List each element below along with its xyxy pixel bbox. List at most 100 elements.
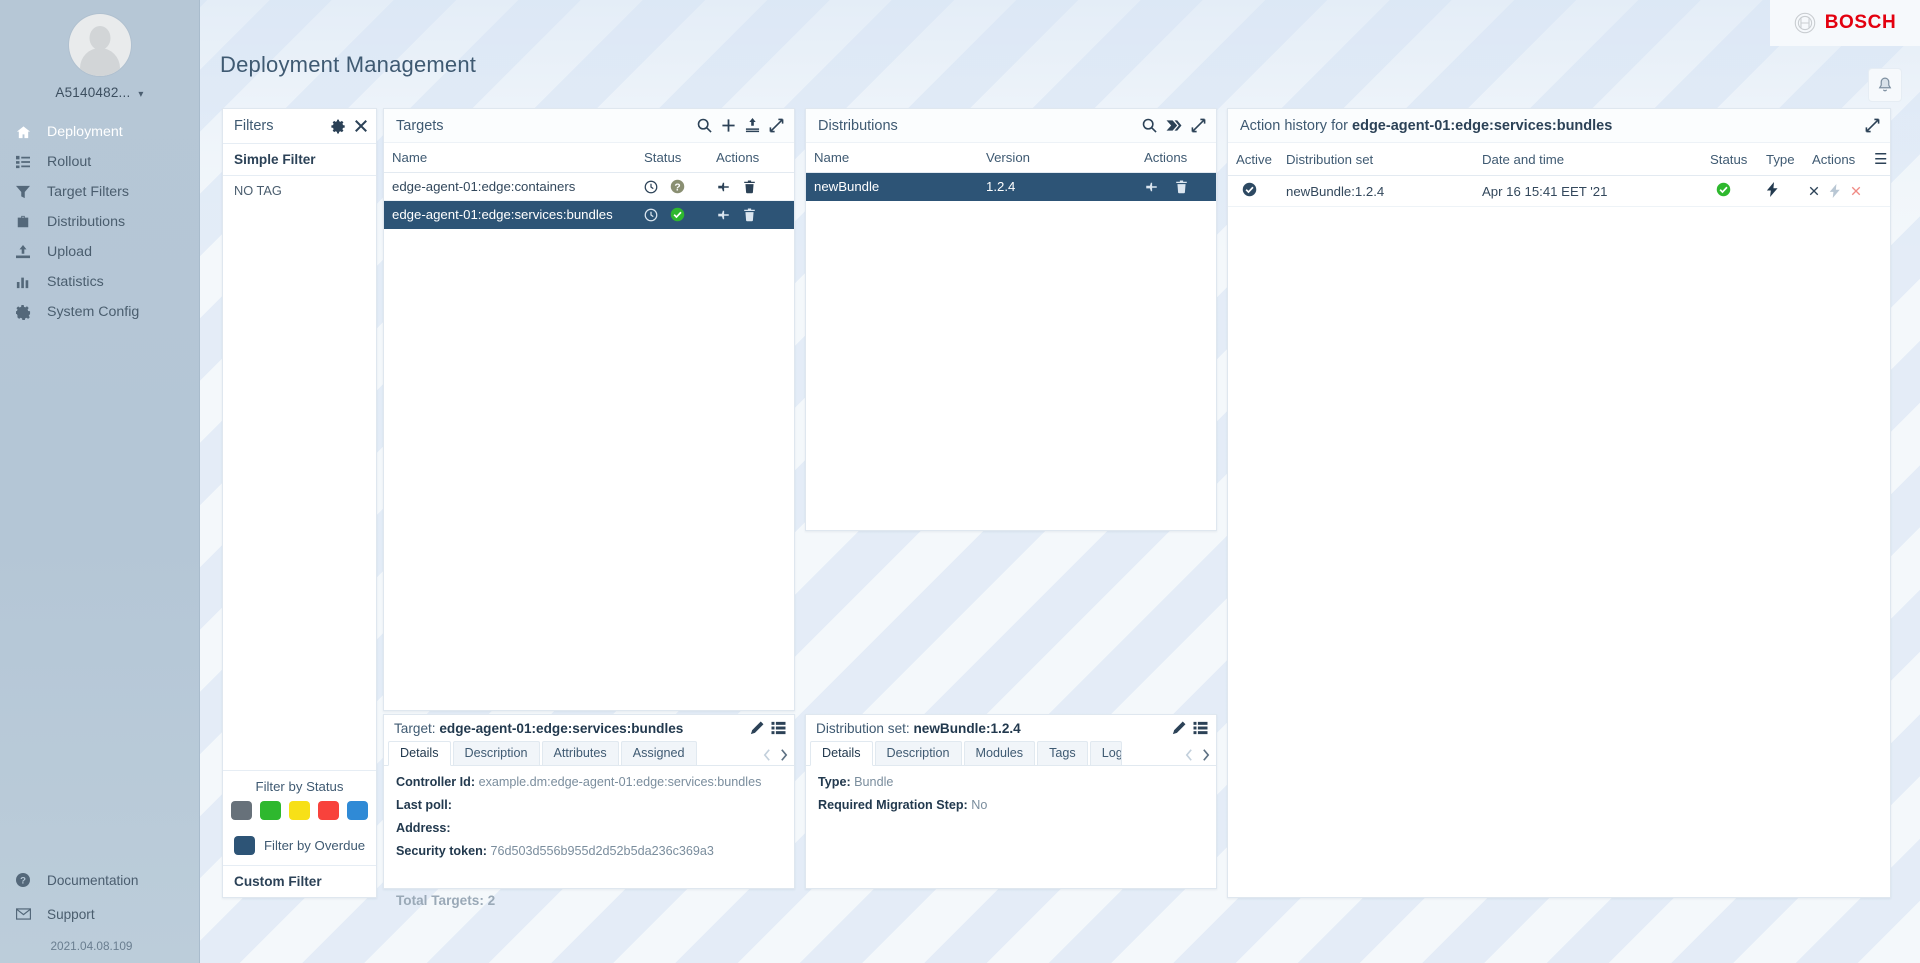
hamburger-menu-icon[interactable]: ☰: [1866, 143, 1890, 176]
distribution-detail-header: Distribution set: newBundle:1.2.4: [806, 715, 1216, 741]
tab-modules[interactable]: Modules: [963, 741, 1036, 765]
distribution-detail-panel: Distribution set: newBundle:1.2.4 Detail…: [805, 714, 1217, 889]
tab-logs[interactable]: Logs: [1089, 741, 1122, 765]
table-row[interactable]: edge-agent-01:edge:containers ?: [384, 172, 794, 201]
distributions-col-actions: Actions: [1136, 143, 1216, 173]
distribution-version: 1.2.4: [978, 172, 1136, 201]
status-swatch-in-sync[interactable]: [260, 801, 281, 820]
maximize-icon[interactable]: [769, 118, 784, 133]
sidebar-item-upload[interactable]: Upload: [0, 237, 199, 267]
targets-table-header: Name Status Actions: [384, 143, 794, 173]
chevron-right-icon[interactable]: [778, 748, 790, 762]
trash-icon[interactable]: [1175, 180, 1188, 194]
upload-icon[interactable]: [745, 118, 760, 133]
filter-by-overdue-row[interactable]: Filter by Overdue: [223, 826, 376, 865]
ah-col-date-and-time: Date and time: [1474, 143, 1702, 176]
list-icon[interactable]: [771, 721, 786, 735]
tab-attributes[interactable]: Attributes: [541, 741, 619, 765]
chevron-down-icon[interactable]: ▾: [138, 89, 143, 100]
bosch-logo: BOSCH: [1770, 0, 1920, 46]
status-swatch-unknown[interactable]: [231, 801, 252, 820]
check-circle-icon[interactable]: [670, 207, 685, 222]
user-profile[interactable]: A5140482... ▾: [0, 0, 199, 100]
bosch-wordmark: BOSCH: [1824, 12, 1897, 33]
chevron-right-icon[interactable]: [1200, 748, 1212, 762]
filters-panel: Filters Simple Filter NO TAG Filter by S…: [222, 108, 377, 898]
sidebar-item-deployment[interactable]: Deployment: [0, 117, 199, 147]
sidebar-item-distributions[interactable]: Distributions: [0, 207, 199, 237]
question-circle-icon[interactable]: ?: [670, 179, 685, 194]
sidebar-item-support[interactable]: Support: [0, 897, 199, 931]
pin-icon[interactable]: [1144, 180, 1159, 194]
table-row[interactable]: edge-agent-01:edge:services:bundles: [384, 200, 794, 229]
sidebar-item-label: Deployment: [47, 124, 123, 140]
pencil-icon[interactable]: [750, 721, 764, 735]
pencil-icon[interactable]: [1172, 721, 1186, 735]
tab-details[interactable]: Details: [810, 741, 873, 766]
close-icon[interactable]: [354, 119, 368, 134]
field-required-migration-step: Required Migration Step: No: [818, 798, 1204, 812]
field-key: Address:: [396, 821, 451, 835]
field-controller-id: Controller Id: example.dm:edge-agent-01:…: [396, 775, 782, 789]
chevron-left-icon[interactable]: [761, 748, 773, 762]
page-title: Deployment Management: [220, 52, 477, 77]
force-bolt-icon[interactable]: [1829, 184, 1841, 198]
tab-description[interactable]: Description: [874, 741, 962, 765]
maximize-icon[interactable]: [1191, 118, 1206, 133]
trash-icon[interactable]: [743, 180, 756, 194]
field-key: Last poll:: [396, 798, 452, 812]
targets-title: Targets: [396, 117, 444, 134]
distribution-name: newBundle: [806, 172, 978, 201]
trash-icon[interactable]: [743, 208, 756, 222]
sidebar-item-rollout[interactable]: Rollout: [0, 147, 199, 177]
sidebar-item-documentation[interactable]: ? Documentation: [0, 863, 199, 897]
filters-title: Filters: [234, 118, 274, 134]
pin-icon[interactable]: [716, 180, 731, 194]
tab-assigned[interactable]: Assigned: [620, 741, 697, 765]
search-icon[interactable]: [1142, 118, 1157, 133]
sidebar-item-system-config[interactable]: System Config: [0, 297, 199, 327]
force-quit-x-icon[interactable]: [1850, 185, 1862, 197]
distributions-title: Distributions: [818, 117, 898, 134]
cancel-x-icon[interactable]: [1808, 185, 1820, 197]
ah-date-time: Apr 16 15:41 EET '21: [1474, 175, 1702, 207]
svg-text:?: ?: [674, 182, 680, 193]
total-targets-label: Total Targets: 2: [396, 893, 496, 908]
status-swatches: [223, 801, 376, 820]
clock-icon[interactable]: [644, 208, 658, 222]
status-swatch-pending[interactable]: [289, 801, 310, 820]
table-row[interactable]: newBundle:1.2.4 Apr 16 15:41 EET '21: [1228, 175, 1890, 207]
custom-filter-section-title[interactable]: Custom Filter: [223, 865, 376, 897]
tab-details[interactable]: Details: [388, 741, 451, 766]
chevron-left-icon[interactable]: [1183, 748, 1195, 762]
overdue-swatch[interactable]: [234, 836, 255, 855]
status-swatch-registered[interactable]: [347, 801, 368, 820]
filter-tag-no-tag[interactable]: NO TAG: [223, 176, 376, 205]
clock-icon[interactable]: [644, 180, 658, 194]
table-row[interactable]: newBundle 1.2.4: [806, 172, 1216, 201]
sidebar-item-label: Support: [47, 906, 95, 922]
user-menu[interactable]: A5140482... ▾: [0, 85, 199, 100]
gear-icon[interactable]: [331, 119, 346, 134]
tab-tags[interactable]: Tags: [1037, 741, 1088, 765]
sidebar-item-label: System Config: [47, 304, 140, 320]
tag-icon[interactable]: [1166, 118, 1182, 133]
notification-bell-icon[interactable]: [1868, 68, 1902, 102]
avatar: [68, 14, 131, 76]
maximize-icon[interactable]: [1865, 118, 1880, 133]
app-version: 2021.04.08.109: [50, 939, 133, 953]
field-key: Required Migration Step:: [818, 798, 968, 812]
sidebar-item-statistics[interactable]: Statistics: [0, 267, 199, 297]
search-icon[interactable]: [697, 118, 712, 133]
distribution-detail-body: Type: Bundle Required Migration Step: No: [806, 766, 1216, 830]
ah-col-type: Type: [1758, 143, 1804, 176]
tab-description[interactable]: Description: [452, 741, 540, 765]
sidebar-item-target-filters[interactable]: Target Filters: [0, 177, 199, 207]
list-icon[interactable]: [1193, 721, 1208, 735]
pin-icon[interactable]: [716, 208, 731, 222]
plus-icon[interactable]: [721, 118, 736, 133]
sidebar-item-label: Distributions: [47, 214, 126, 230]
bolt-icon: [1766, 182, 1779, 200]
action-history-header: Action history for edge-agent-01:edge:se…: [1228, 109, 1890, 143]
status-swatch-error[interactable]: [318, 801, 339, 820]
